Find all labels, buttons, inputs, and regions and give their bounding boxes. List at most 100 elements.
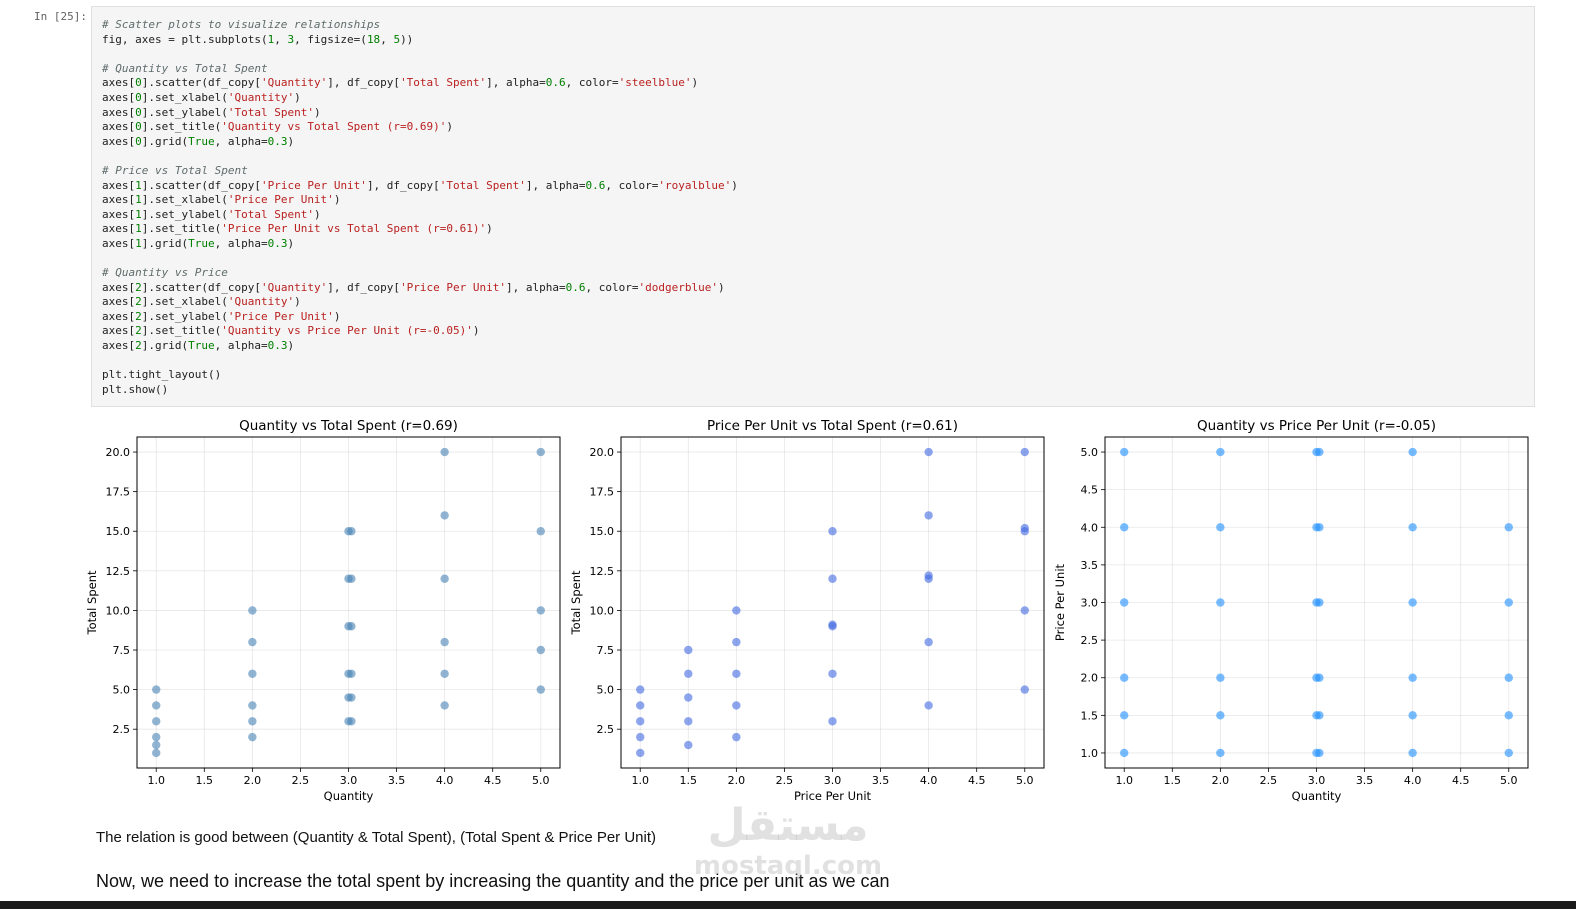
y-tick-label: 15.0 [106, 525, 131, 538]
scatter-point [828, 574, 837, 583]
code-cell[interactable]: # Scatter plots to visualize relationshi… [91, 6, 1535, 407]
scatter-point [440, 574, 449, 583]
code-token: 2 [135, 309, 142, 323]
code-line: axes[2].set_ylabel('Price Per Unit') [102, 310, 1534, 325]
code-line: axes[1].set_title('Price Per Unit vs Tot… [102, 222, 1534, 237]
code-token: True [188, 339, 215, 353]
x-tick-label: 2.5 [776, 774, 794, 787]
code-token: 'Quantity' [260, 76, 328, 90]
x-tick-label: 3.5 [1356, 774, 1374, 787]
code-token: # Quantity vs Total Spent [102, 61, 268, 75]
x-axis-label: Quantity [1292, 789, 1342, 803]
code-token: 0.6 [585, 178, 606, 192]
code-token: ) [287, 134, 295, 148]
scatter-point [732, 637, 741, 647]
scatter-point [1120, 523, 1129, 532]
scatter-point [1315, 447, 1324, 457]
code-token: ].set_title( [141, 222, 222, 236]
code-token: 'Price Per Unit' [400, 280, 507, 294]
x-tick-label: 4.5 [484, 774, 502, 787]
code-token: ) [333, 309, 341, 323]
code-token: ].set_title( [141, 324, 222, 338]
code-token: 'Quantity' [227, 295, 295, 309]
code-token: ].set_ylabel( [141, 105, 228, 119]
code-token: fig, axes = plt.subplots( [102, 32, 268, 46]
code-token: axes[ [102, 134, 136, 148]
code-token: ) [731, 178, 738, 192]
scatter-point [732, 606, 741, 615]
scatter-point [636, 732, 645, 742]
code-token: axes[ [102, 339, 136, 353]
scatter-point [1120, 447, 1129, 457]
scatter-point [732, 732, 741, 742]
code-token: ].scatter(df_copy[ [141, 280, 261, 294]
scatter-point [1315, 711, 1324, 720]
code-token: 1 [135, 193, 142, 207]
code-token: 1 [135, 236, 142, 250]
scatter-point [1504, 711, 1513, 720]
scatter-figure: 1.0 1.5 2.0 2.5 3.0 3.5 4.0 4.5 5.0 2.5 5.0 7.5 10.0… [85, 418, 1529, 803]
code-token: ], df_copy[ [366, 178, 440, 192]
scatter-point [1216, 748, 1225, 758]
code-token: axes[ [102, 236, 136, 250]
scatter-point [152, 685, 161, 694]
scatter-point [440, 669, 449, 678]
scatter-point [1315, 598, 1324, 607]
code-token: axes[ [102, 193, 136, 207]
scatter-point [1020, 606, 1029, 615]
code-token: ], df_copy[ [327, 76, 401, 90]
y-tick-label: 20.0 [590, 446, 615, 459]
code-token: ) [294, 90, 301, 104]
code-token: 'Total Spent' [400, 76, 487, 90]
code-token: 'Quantity' [260, 280, 328, 294]
scatter-point [1315, 673, 1324, 682]
scatter-point [1504, 598, 1513, 607]
x-tick-label: 4.5 [968, 774, 986, 787]
code-token: 'Total Spent' [227, 105, 314, 119]
code-token: ].set_title( [141, 120, 222, 134]
code-token: 0.3 [267, 236, 288, 250]
scatter-point [152, 701, 161, 710]
scatter-point [684, 645, 693, 655]
code-token: ) [313, 105, 321, 119]
x-tick-label: 4.5 [1452, 774, 1470, 787]
y-tick-label: 7.5 [597, 644, 615, 657]
y-tick-label: 17.5 [590, 486, 615, 499]
y-tick-label: 5.0 [113, 684, 131, 697]
x-tick-label: 1.5 [680, 774, 698, 787]
scatter-chart-2: 1.0 1.5 2.0 2.5 3.0 3.5 4.0 4.5 5.0 2.5 5.0 7.5 10.0… [569, 418, 1045, 803]
scatter-point [1408, 598, 1417, 607]
code-line: axes[0].scatter(df_copy['Quantity'], df_… [102, 76, 1534, 91]
code-line: # Quantity vs Total Spent [102, 62, 1534, 77]
code-token: # Quantity vs Price [102, 266, 228, 280]
code-token: , alpha= [214, 236, 268, 250]
scatter-point [248, 606, 257, 615]
scatter-point [347, 693, 356, 702]
code-line: axes[2].scatter(df_copy['Quantity'], df_… [102, 281, 1534, 296]
x-tick-label: 5.0 [532, 774, 550, 787]
code-token: ], alpha= [525, 178, 586, 192]
x-tick-label: 2.5 [1260, 774, 1278, 787]
code-editor[interactable]: # Scatter plots to visualize relationshi… [92, 7, 1534, 397]
code-token: plt.tight_layout() [102, 368, 222, 382]
x-tick-label: 4.0 [920, 774, 938, 787]
code-token: axes[ [102, 324, 136, 338]
scatter-point [1020, 685, 1029, 694]
code-line: axes[2].grid(True, alpha=0.3) [102, 339, 1534, 354]
scatter-point [1120, 711, 1129, 720]
y-tick-label: 4.5 [1081, 484, 1099, 497]
scatter-point [1315, 748, 1324, 758]
x-tick-label: 4.0 [436, 774, 454, 787]
code-token: # Price vs Total Spent [102, 163, 248, 177]
x-tick-label: 3.0 [1308, 774, 1326, 787]
scatter-point [1408, 447, 1417, 457]
code-line: axes[1].set_xlabel('Price Per Unit') [102, 193, 1534, 208]
code-token: ].set_xlabel( [141, 193, 228, 207]
scatter-point [1408, 711, 1417, 720]
code-line: axes[1].grid(True, alpha=0.3) [102, 237, 1534, 252]
scatter-point [347, 622, 356, 631]
code-token: axes[ [102, 120, 136, 134]
code-token: ].grid( [141, 339, 189, 353]
